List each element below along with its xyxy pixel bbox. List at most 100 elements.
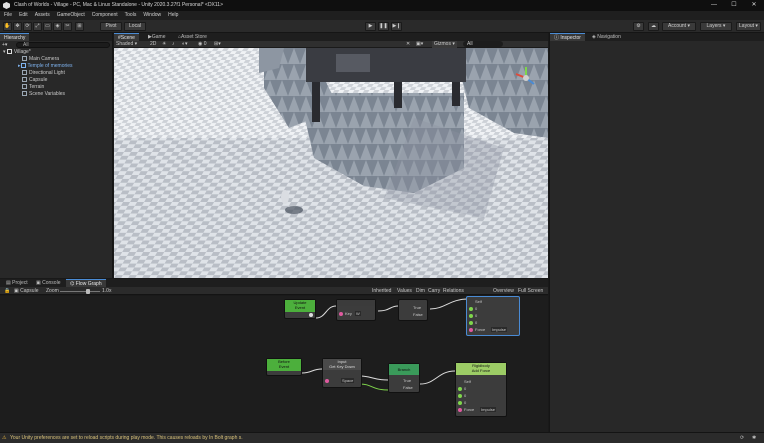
- add-object-button[interactable]: +▾: [2, 42, 10, 48]
- key-field-value[interactable]: Space: [341, 378, 355, 383]
- hierarchy-item[interactable]: Directional Light: [22, 69, 65, 77]
- overview-button[interactable]: Overview: [493, 288, 514, 294]
- orientation-gizmo[interactable]: [512, 64, 540, 92]
- menu-component[interactable]: Component: [92, 11, 118, 20]
- collab-icon[interactable]: ⚙: [633, 22, 644, 31]
- x-port[interactable]: [458, 387, 462, 391]
- key-input-port[interactable]: [325, 379, 329, 383]
- fullscreen-button[interactable]: Full Screen: [518, 288, 543, 294]
- menu-assets[interactable]: Assets: [35, 11, 50, 20]
- mode-dropdown[interactable]: Impulse: [491, 327, 508, 332]
- tab-scene[interactable]: #Scene: [114, 33, 139, 41]
- menu-gameobject[interactable]: GameObject: [57, 11, 85, 20]
- scale-tool-icon[interactable]: ⤢: [33, 22, 42, 31]
- snap-icon[interactable]: ⊞: [75, 22, 84, 31]
- menu-file[interactable]: File: [4, 11, 12, 20]
- add-force-node[interactable]: Rigidbody Add Force Self 0 0 0 Force Imp…: [455, 362, 507, 417]
- maximize-button[interactable]: ☐: [724, 0, 744, 11]
- tab-project[interactable]: ▤ Project: [2, 279, 32, 287]
- branch-node-top[interactable]: True False: [398, 299, 428, 321]
- debug-icon[interactable]: ✱: [752, 433, 756, 443]
- hidden-objects-icon[interactable]: ◉ 0: [198, 41, 207, 48]
- camera-settings-icon[interactable]: ▣▾: [416, 41, 423, 48]
- move-tool-icon[interactable]: ✥: [13, 22, 22, 31]
- cloud-icon[interactable]: ☁: [648, 22, 659, 31]
- custom-tool-icon[interactable]: ✂: [63, 22, 72, 31]
- x-port[interactable]: [469, 307, 473, 311]
- gizmos-dropdown[interactable]: Gizmos ▾: [432, 41, 457, 48]
- y-port[interactable]: [458, 394, 462, 398]
- grid-toggle-icon[interactable]: ⊞▾: [214, 41, 221, 48]
- 2d-toggle[interactable]: 2D: [150, 41, 156, 48]
- branch-node[interactable]: Branch True False: [388, 363, 420, 393]
- effects-dropdown-icon[interactable]: ◐▾: [182, 41, 188, 48]
- toggle-carry[interactable]: Carry: [428, 288, 440, 294]
- tab-navigation[interactable]: ◈ Navigation: [588, 33, 625, 41]
- hand-tool-icon[interactable]: ✋: [3, 22, 12, 31]
- zoom-slider-handle[interactable]: [86, 289, 90, 294]
- toggle-relations[interactable]: Relations: [443, 288, 464, 294]
- menu-edit[interactable]: Edit: [19, 11, 28, 20]
- activity-icon[interactable]: ⟳: [740, 433, 744, 443]
- shading-mode-dropdown[interactable]: Shaded ▾: [116, 41, 137, 48]
- rotate-tool-icon[interactable]: ⟳: [23, 22, 32, 31]
- toggle-dim[interactable]: Dim: [416, 288, 425, 294]
- y-field[interactable]: 0: [475, 313, 477, 318]
- add-force-node-top[interactable]: Self 0 0 0 Force Impulse: [466, 296, 520, 336]
- input-get-key-down-node[interactable]: Input Get Key Down Space: [322, 358, 362, 388]
- lighting-toggle-icon[interactable]: ☀: [162, 41, 166, 48]
- x-field[interactable]: 0: [464, 386, 466, 391]
- flow-output-port[interactable]: [309, 313, 313, 317]
- tab-console[interactable]: ▣ Console: [32, 279, 64, 287]
- z-port[interactable]: [469, 321, 473, 325]
- z-field[interactable]: 0: [464, 400, 466, 405]
- tools-icon[interactable]: ✕: [406, 41, 410, 48]
- mode-port[interactable]: [458, 408, 462, 412]
- key-field-value[interactable]: W: [355, 311, 361, 316]
- transform-tool-icon[interactable]: ◈: [53, 22, 62, 31]
- key-input-port[interactable]: [339, 312, 343, 316]
- minimize-button[interactable]: —: [704, 0, 724, 11]
- close-button[interactable]: ✕: [744, 0, 764, 11]
- toggle-values[interactable]: Values: [397, 288, 412, 294]
- audio-toggle-icon[interactable]: ♪: [172, 41, 175, 48]
- menu-tools[interactable]: Tools: [125, 11, 137, 20]
- step-button[interactable]: ▶❙: [391, 22, 402, 31]
- status-message[interactable]: Your Unity preferences are set to reload…: [10, 435, 243, 441]
- layers-dropdown[interactable]: Layers ▾: [700, 22, 732, 31]
- before-event-node[interactable]: Before Event: [266, 358, 302, 376]
- z-field[interactable]: 0: [475, 320, 477, 325]
- pivot-toggle[interactable]: Pivot: [100, 22, 122, 31]
- zoom-slider[interactable]: [60, 289, 100, 294]
- tab-flow-graph[interactable]: ⌬ Flow Graph: [66, 279, 106, 287]
- toggle-inherited[interactable]: Inherited: [372, 288, 391, 294]
- scene-viewport[interactable]: [114, 48, 548, 278]
- graph-breadcrumb[interactable]: ▣ Capsule: [14, 288, 38, 294]
- tab-inspector[interactable]: ⓘ Inspector: [550, 33, 585, 41]
- update-event-node[interactable]: Update Event: [284, 299, 316, 319]
- pause-button[interactable]: ❚❚: [378, 22, 389, 31]
- layout-dropdown[interactable]: Layout ▾: [736, 22, 761, 31]
- z-port[interactable]: [458, 401, 462, 405]
- get-key-node[interactable]: Key W: [336, 299, 376, 321]
- graph-canvas[interactable]: Update Event Key W True False Self 0 0 0…: [0, 296, 548, 432]
- menu-window[interactable]: Window: [143, 11, 161, 20]
- account-dropdown[interactable]: Account ▾: [662, 22, 696, 31]
- mode-dropdown[interactable]: Impulse: [480, 407, 497, 412]
- y-port[interactable]: [469, 314, 473, 318]
- menu-help[interactable]: Help: [168, 11, 178, 20]
- mode-port[interactable]: [469, 328, 473, 332]
- scene-search-input[interactable]: All: [463, 41, 503, 47]
- tab-game[interactable]: ▶Game: [144, 33, 169, 41]
- y-field[interactable]: 0: [464, 393, 466, 398]
- local-toggle[interactable]: Local: [124, 22, 146, 31]
- rect-tool-icon[interactable]: ▭: [43, 22, 52, 31]
- play-button[interactable]: ▶: [365, 22, 376, 31]
- x-field[interactable]: 0: [475, 306, 477, 311]
- lock-icon[interactable]: 🔒: [4, 288, 10, 294]
- hierarchy-search-input[interactable]: All: [16, 42, 110, 48]
- tab-asset-store[interactable]: ⌂Asset Store: [174, 33, 211, 41]
- hierarchy-item[interactable]: Scene Variables: [22, 90, 65, 98]
- hierarchy-item[interactable]: Main Camera: [22, 55, 59, 63]
- tab-hierarchy[interactable]: Hierarchy: [0, 33, 30, 41]
